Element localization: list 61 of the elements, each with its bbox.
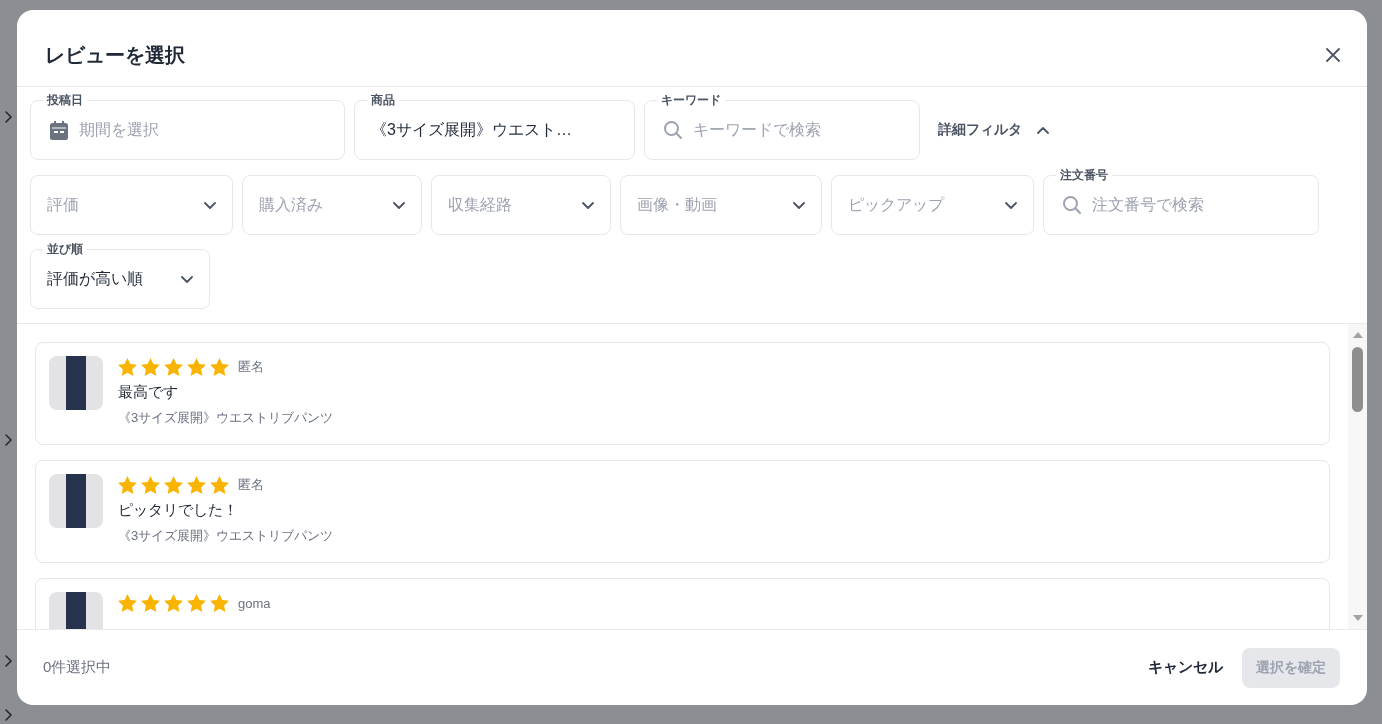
review-card[interactable]: goma	[35, 578, 1330, 629]
review-comment: ピッタリでした！	[118, 500, 239, 520]
product-name: 《3サイズ展開》ウエストリブパンツ	[118, 409, 334, 427]
selection-count: 0件選択中	[43, 658, 112, 677]
star-icon	[118, 594, 137, 612]
chevron-down-icon	[204, 201, 216, 209]
star-icon	[141, 358, 160, 376]
star-icon	[210, 594, 229, 612]
star-icon	[187, 476, 206, 494]
star-icon	[141, 476, 160, 494]
chevron-down-icon	[582, 201, 594, 209]
chevron-down-icon	[393, 201, 405, 209]
star-icon	[164, 476, 183, 494]
chevron-up-icon	[1037, 126, 1049, 134]
photo-placeholder	[49, 356, 103, 410]
sort-select[interactable]: 並び順 評価が高い順	[30, 242, 210, 309]
search-field[interactable]: キーワード キーワードで検索	[644, 93, 920, 160]
up-arrow-icon[interactable]	[1352, 332, 1363, 338]
star-icon	[210, 358, 229, 376]
star-icon	[141, 594, 160, 612]
star-icon	[210, 476, 229, 494]
search-icon	[1063, 196, 1081, 214]
product-name: 《3サイズ展開》ウエストリブパンツ	[118, 527, 334, 545]
reviewer-name: goma	[238, 595, 271, 611]
field-label: 注文番号	[1059, 168, 1109, 182]
star-icon	[118, 476, 137, 494]
scrollbar-thumb[interactable]	[1352, 347, 1363, 412]
dialog-title: レビューを選択	[45, 42, 185, 68]
field-label: 並び順	[46, 242, 84, 256]
reviewer-name: 匿名	[238, 358, 264, 376]
chevron-right-icon	[5, 434, 12, 446]
chevron-down-icon	[1005, 201, 1017, 209]
star-icon	[164, 594, 183, 612]
scrollbar-track[interactable]	[1348, 324, 1367, 629]
date-range-field[interactable]: 投稿日 期間を選択	[30, 93, 345, 160]
review-card[interactable]: 匿名 最高です 《3サイズ展開》ウエストリブパンツ	[35, 342, 1330, 445]
chevron-down-icon	[181, 275, 193, 283]
chevron-right-icon	[5, 655, 12, 667]
close-icon	[1326, 48, 1340, 62]
review-comment: 最高です	[118, 382, 179, 402]
calendar-icon	[50, 120, 68, 140]
reviewer-name: 匿名	[238, 476, 264, 494]
star-icon	[164, 358, 183, 376]
product-select[interactable]: 商品 《3サイズ展開》ウエスト…	[354, 93, 635, 160]
photo-placeholder	[49, 474, 103, 528]
field-label: キーワード	[660, 93, 722, 107]
star-icon	[187, 358, 206, 376]
star-icon	[118, 358, 137, 376]
detail-filter-toggle[interactable]: 詳細フィルタ	[938, 100, 1049, 160]
star-icon	[187, 594, 206, 612]
close-button[interactable]	[1326, 48, 1340, 62]
chevron-right-icon	[5, 111, 12, 123]
down-arrow-icon[interactable]	[1352, 615, 1363, 621]
search-field[interactable]: 注文番号 注文番号で検索	[1043, 168, 1319, 235]
field-label: 投稿日	[46, 93, 84, 107]
search-icon	[664, 121, 682, 139]
chevron-down-icon	[793, 201, 805, 209]
field-label: 商品	[370, 93, 396, 107]
review-card[interactable]: 匿名 ピッタリでした！ 《3サイズ展開》ウエストリブパンツ	[35, 460, 1330, 563]
cancel-button[interactable]: キャンセル	[1136, 648, 1235, 687]
chevron-right-icon	[5, 709, 12, 721]
